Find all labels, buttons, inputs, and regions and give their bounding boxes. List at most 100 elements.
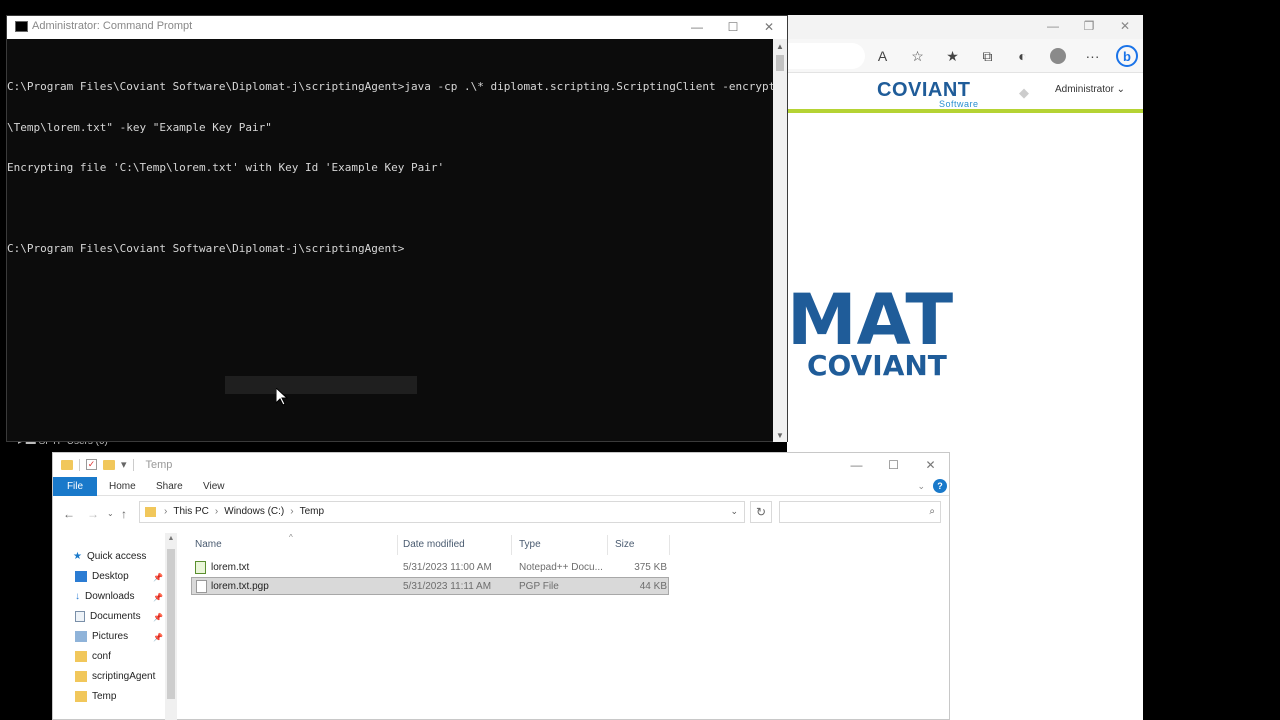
folder-icon: [75, 691, 87, 702]
scroll-down-icon[interactable]: ▼: [773, 428, 787, 442]
search-input[interactable]: ⌕: [779, 501, 941, 523]
pin-icon[interactable]: 📌: [153, 613, 163, 622]
address-bar[interactable]: [787, 43, 865, 69]
tab-file[interactable]: File: [53, 477, 97, 496]
coviant-logo[interactable]: COVIANT Software: [877, 79, 978, 109]
nav-item-downloads[interactable]: ↓ Downloads: [75, 591, 134, 602]
file-name: lorem.txt: [211, 562, 250, 573]
column-header-date[interactable]: Date modified: [403, 539, 465, 550]
browser-toolbar: A ☆ ★ ⧉ ◐ ··· b: [787, 39, 1143, 73]
console-line: \Temp\lorem.txt" -key "Example Key Pair": [7, 120, 272, 134]
file-date: 5/31/2023 11:00 AM: [403, 562, 492, 573]
logo-subtext: Software: [939, 99, 979, 109]
minimize-icon[interactable]: —: [1035, 15, 1071, 37]
pin-icon[interactable]: 📌: [153, 593, 163, 602]
cmd-icon: [15, 21, 28, 32]
forward-icon[interactable]: →: [87, 507, 99, 521]
breadcrumb-temp[interactable]: Temp: [300, 506, 324, 517]
chevron-right-icon[interactable]: ›: [290, 506, 293, 517]
file-size: 375 KB: [634, 562, 667, 573]
user-menu[interactable]: Administrator ⌄: [1055, 84, 1125, 95]
file-type: Notepad++ Docu...: [519, 562, 603, 573]
table-row[interactable]: lorem.txt.pgp 5/31/2023 11:11 AM PGP Fil…: [191, 577, 669, 595]
properties-icon[interactable]: ✓: [86, 459, 97, 470]
folder-icon: [145, 507, 156, 517]
profile-button[interactable]: [1042, 43, 1073, 69]
bing-icon[interactable]: b: [1116, 45, 1138, 67]
file-name: lorem.txt.pgp: [211, 581, 269, 592]
scroll-thumb[interactable]: [167, 549, 175, 699]
folder-icon: [75, 651, 87, 662]
refresh-button[interactable]: ↻: [750, 501, 772, 523]
nav-item-documents[interactable]: Documents: [75, 611, 141, 622]
column-header-size[interactable]: Size: [615, 539, 634, 550]
up-icon[interactable]: ↑: [121, 507, 127, 521]
file-date: 5/31/2023 11:11 AM: [403, 581, 492, 592]
scroll-up-icon[interactable]: ▲: [773, 39, 787, 53]
back-icon[interactable]: ←: [63, 507, 75, 521]
user-menu-label: Administrator: [1055, 84, 1114, 95]
maximize-icon[interactable]: ☐: [875, 453, 912, 477]
divider: [132, 458, 134, 471]
table-row[interactable]: lorem.txt 5/31/2023 11:00 AM Notepad++ D…: [191, 559, 669, 577]
maximize-icon[interactable]: ☐: [715, 16, 751, 38]
console-line: Encrypting file 'C:\Temp\lorem.txt' with…: [7, 161, 445, 174]
recent-locations-icon[interactable]: ⌄: [107, 509, 114, 518]
breadcrumb-windows-c[interactable]: Windows (C:): [224, 506, 284, 517]
nav-item-desktop[interactable]: Desktop: [75, 571, 129, 582]
collections-icon[interactable]: ⧉: [972, 43, 1003, 69]
console-line: C:\Program Files\Coviant Software\Diplom…: [7, 242, 405, 255]
cmd-titlebar[interactable]: Administrator: Command Prompt — ☐ ✕: [7, 16, 787, 39]
minimize-icon[interactable]: —: [679, 16, 715, 38]
downloads-icon: ↓: [75, 591, 80, 602]
minimize-icon[interactable]: —: [838, 453, 875, 477]
ribbon-tabs: File Home Share View ⌄ ?: [53, 477, 949, 496]
tab-home[interactable]: Home: [109, 477, 136, 496]
column-header-type[interactable]: Type: [519, 539, 541, 550]
close-icon[interactable]: ✕: [1107, 15, 1143, 37]
read-aloud-icon[interactable]: A: [867, 43, 898, 69]
new-folder-icon[interactable]: [103, 459, 115, 470]
console-line: C:\Program Files\Coviant Software\Diplom…: [7, 80, 775, 93]
pin-icon[interactable]: 📌: [153, 633, 163, 642]
pin-icon[interactable]: 📌: [153, 573, 163, 582]
chevron-right-icon[interactable]: ›: [164, 506, 167, 517]
help-icon[interactable]: ?: [933, 479, 947, 493]
restore-icon[interactable]: ❐: [1071, 15, 1107, 37]
scroll-thumb[interactable]: [776, 55, 784, 71]
window-title: Temp: [145, 458, 173, 471]
file-explorer-window: ✓ ▾ Temp — ☐ ✕ File Home Share View ⌄ ? …: [52, 452, 950, 720]
divider: [79, 458, 80, 471]
tab-share[interactable]: Share: [156, 477, 183, 496]
notification-icon[interactable]: ◆: [1019, 85, 1029, 101]
favorites-icon[interactable]: ★: [937, 43, 968, 69]
breadcrumb-this-pc[interactable]: This PC: [173, 506, 209, 517]
console-line: ​: [7, 202, 775, 216]
chevron-down-icon[interactable]: ▾: [121, 458, 127, 471]
close-icon[interactable]: ✕: [912, 453, 949, 477]
scroll-up-icon[interactable]: ▲: [165, 535, 177, 542]
nav-item-scriptingagent[interactable]: scriptingAgent: [75, 671, 155, 682]
address-bar[interactable]: › This PC › Windows (C:) › Temp ⌄: [139, 501, 745, 523]
tab-view[interactable]: View: [203, 477, 225, 496]
hero-brand: COVIANT: [807, 349, 947, 382]
chevron-down-icon[interactable]: ⌄: [730, 506, 738, 517]
nav-item-conf[interactable]: conf: [75, 651, 111, 662]
nav-quick-access[interactable]: ★ Quick access: [73, 551, 146, 562]
chevron-right-icon[interactable]: ›: [215, 506, 218, 517]
nav-item-temp[interactable]: Temp: [75, 691, 116, 702]
expand-ribbon-icon[interactable]: ⌄: [917, 481, 925, 492]
nav-item-pictures[interactable]: Pictures: [75, 631, 128, 642]
close-icon[interactable]: ✕: [751, 16, 787, 38]
navigation-bar: ← → ⌄ ↑ › This PC › Windows (C:) › Temp …: [53, 496, 949, 532]
desktop-icon: [75, 571, 87, 582]
scrollbar[interactable]: ▲ ▼: [773, 39, 787, 442]
more-icon[interactable]: ···: [1077, 43, 1108, 69]
scrollbar[interactable]: ▲: [165, 533, 177, 720]
edge-icon[interactable]: ◐: [1007, 43, 1038, 69]
file-type: PGP File: [519, 581, 559, 592]
add-favorite-icon[interactable]: ☆: [902, 43, 933, 69]
avatar: [1049, 48, 1066, 64]
column-header-name[interactable]: Name: [195, 539, 222, 550]
explorer-titlebar[interactable]: ✓ ▾ Temp — ☐ ✕: [53, 453, 949, 477]
